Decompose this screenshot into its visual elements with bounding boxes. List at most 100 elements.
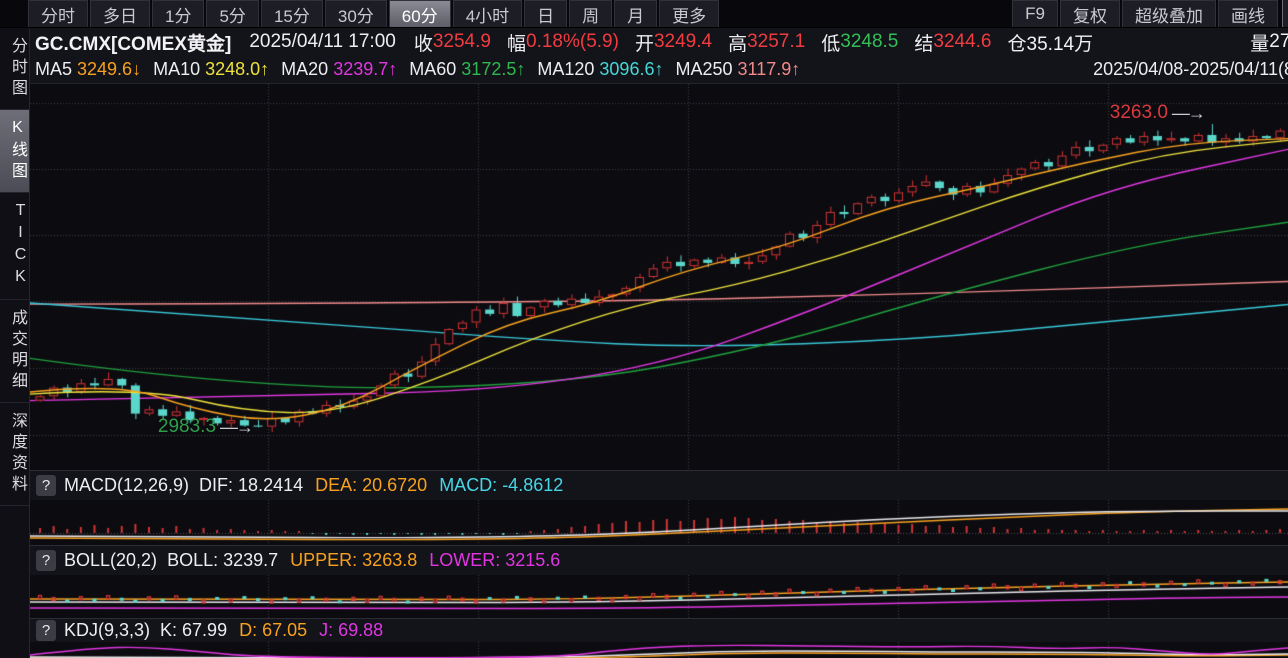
tabbar-spacer <box>721 0 1012 27</box>
quote-field-value: 3254.9 <box>433 31 491 53</box>
ma-item-MA5: MA53249.6↓ <box>35 59 141 80</box>
ma-value: 3096.6↑ <box>599 59 663 80</box>
kdj-values: K: 67.99 D: 67.05 J: 69.88 <box>160 620 395 641</box>
tab-1分[interactable]: 1分 <box>152 0 204 27</box>
sidebar-item-K线图[interactable]: K线图 <box>0 110 29 193</box>
quote-field-label: 幅 <box>507 29 526 56</box>
toolbar-复权[interactable]: 复权 <box>1060 0 1120 27</box>
sidebar-item-分时图[interactable]: 分时图 <box>0 28 29 110</box>
help-icon[interactable]: ? <box>36 550 56 571</box>
quote-field-结: 结3244.6 <box>914 29 991 56</box>
quote-field-量: 量276 <box>1250 29 1288 56</box>
help-icon[interactable]: ? <box>36 620 56 641</box>
ma-label: MA5 <box>35 59 72 80</box>
bar-datetime: 2025/04/11 17:00 <box>249 31 396 53</box>
macd-canvas[interactable] <box>30 500 1288 545</box>
quote-field-高: 高3257.1 <box>728 29 805 56</box>
indicator-value: DIF: 18.2414 <box>199 475 303 496</box>
visible-date-range: 2025/04/08-2025/04/11(8 <box>1093 59 1288 80</box>
toolbar-F9[interactable]: F9 <box>1012 0 1058 27</box>
ma-item-MA60: MA603172.5↑ <box>409 59 525 80</box>
ma-items: MA53249.6↓ MA103248.0↑ MA203239.7↑ MA603172… <box>35 59 812 80</box>
quote-fields: 收3254.9 幅0.18%(5.9) 开3249.4 高3257.1 低3248.5 结… <box>414 29 1288 56</box>
quote-field-value: 3257.1 <box>747 31 805 53</box>
indicator-value: UPPER: 3263.8 <box>290 550 417 571</box>
quote-field-label: 结 <box>914 29 933 56</box>
ma-label: MA120 <box>537 59 594 80</box>
quote-field-label: 低 <box>821 29 840 56</box>
boll-panel-header: ? BOLL(20,2) BOLL: 3239.7 UPPER: 3263.8 LO… <box>30 545 1288 575</box>
ma-item-MA20: MA203239.7↑ <box>281 59 397 80</box>
macd-title: MACD(12,26,9) <box>64 475 189 496</box>
tab-5分[interactable]: 5分 <box>206 0 258 27</box>
toolbar-超级叠加[interactable]: 超级叠加 <box>1122 0 1216 27</box>
quote-field-value: 3249.4 <box>654 31 712 53</box>
indicator-value: J: 69.88 <box>319 620 383 641</box>
indicator-value: LOWER: 3215.6 <box>429 550 560 571</box>
tab-更多[interactable]: 更多 <box>659 0 719 27</box>
tab-4小时[interactable]: 4小时 <box>453 0 522 27</box>
quote-info-bar: GC.CMX[COMEX黄金] 2025/04/11 17:00 收3254.9… <box>30 28 1288 56</box>
clipped-tab-sliver <box>1282 0 1288 27</box>
sidebar-item-成交明细[interactable]: 成交明细 <box>0 300 29 403</box>
ma-item-MA120: MA1203096.6↑ <box>537 59 663 80</box>
ma-label: MA20 <box>281 59 328 80</box>
tab-月[interactable]: 月 <box>614 0 657 27</box>
ma-item-MA10: MA103248.0↑ <box>153 59 269 80</box>
left-sidebar: 分时图K线图TICK成交明细深度资料 <box>0 28 30 658</box>
timeframe-tabs: 分时多日1分5分15分30分60分4小时日周月更多 <box>28 0 721 27</box>
indicator-value: D: 67.05 <box>239 620 307 641</box>
tab-15分[interactable]: 15分 <box>261 0 323 27</box>
kdj-canvas[interactable] <box>30 642 1288 658</box>
tab-周[interactable]: 周 <box>569 0 612 27</box>
ma-item-MA250: MA250 3117.9↑ <box>675 59 800 80</box>
ma-value: 3248.0↑ <box>205 59 269 80</box>
quote-field-开: 开3249.4 <box>635 29 712 56</box>
quote-field-label: 高 <box>728 29 747 56</box>
sidebar-item-TICK[interactable]: TICK <box>0 193 29 300</box>
quote-field-label: 收 <box>414 29 433 56</box>
ma-values-bar: MA53249.6↓ MA103248.0↑ MA203239.7↑ MA603172… <box>30 56 1288 84</box>
toolbar-画线[interactable]: 画线 <box>1218 0 1278 27</box>
tab-分时[interactable]: 分时 <box>28 0 88 27</box>
main-kline-chart: 3263.0 —→ 2983.3 —→ <box>30 84 1288 470</box>
macd-values: DIF: 18.2414 DEA: 20.6720 MACD: -4.8612 <box>199 475 575 496</box>
macd-panel-header: ? MACD(12,26,9) DIF: 18.2414 DEA: 20.6720… <box>30 470 1288 500</box>
tab-60分[interactable]: 60分 <box>389 0 451 27</box>
ma-label: MA60 <box>409 59 456 80</box>
quote-field-label: 开 <box>635 29 654 56</box>
sidebar-item-深度资料[interactable]: 深度资料 <box>0 403 29 506</box>
kdj-title: KDJ(9,3,3) <box>64 620 150 641</box>
quote-field-label: 量 <box>1250 29 1269 56</box>
boll-canvas[interactable] <box>30 575 1288 618</box>
quote-field-仓: 仓35.14万 <box>1008 29 1094 56</box>
tab-多日[interactable]: 多日 <box>90 0 150 27</box>
quote-field-value: 35.14万 <box>1027 29 1094 56</box>
quote-field-value: 3248.5 <box>840 31 898 53</box>
ma-value: 3117.9↑ <box>738 59 801 80</box>
indicator-value: BOLL: 3239.7 <box>167 550 278 571</box>
indicator-value: MACD: -4.8612 <box>439 475 563 496</box>
kline-canvas[interactable] <box>30 84 1288 470</box>
help-icon[interactable]: ? <box>36 475 56 496</box>
toolbar-right-tabs: F9复权超级叠加画线 <box>1012 0 1280 27</box>
indicator-value: DEA: 20.6720 <box>315 475 427 496</box>
quote-field-label: 仓 <box>1008 29 1027 56</box>
quote-field-低: 低3248.5 <box>821 29 898 56</box>
timeframe-tabbar: 分时多日1分5分15分30分60分4小时日周月更多 F9复权超级叠加画线 <box>0 0 1288 28</box>
quote-field-收: 收3254.9 <box>414 29 491 56</box>
ma-label: MA10 <box>153 59 200 80</box>
boll-title: BOLL(20,2) <box>64 550 157 571</box>
ma-label: MA250 <box>675 59 732 80</box>
quote-field-value: 0.18%(5.9) <box>526 31 619 53</box>
ma-value: 3249.6↓ <box>77 59 141 80</box>
quote-field-value: 276 <box>1269 31 1288 53</box>
indicator-value: K: 67.99 <box>160 620 227 641</box>
boll-values: BOLL: 3239.7 UPPER: 3263.8 LOWER: 3215.6 <box>167 550 572 571</box>
tab-日[interactable]: 日 <box>524 0 567 27</box>
tab-30分[interactable]: 30分 <box>325 0 387 27</box>
quote-field-value: 3244.6 <box>933 31 991 53</box>
ma-value: 3172.5↑ <box>461 59 525 80</box>
quote-field-幅: 幅0.18%(5.9) <box>507 29 619 56</box>
kdj-panel-header: ? KDJ(9,3,3) K: 67.99 D: 67.05 J: 69.88 <box>30 618 1288 642</box>
